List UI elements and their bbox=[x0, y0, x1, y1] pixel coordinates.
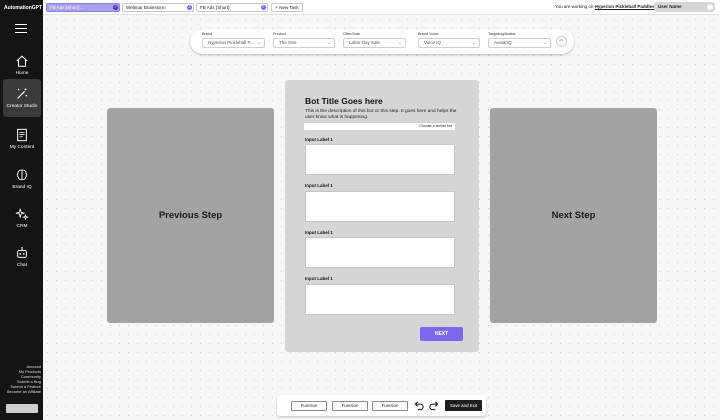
document-icon bbox=[17, 128, 27, 142]
sidebar-item-creator-studio[interactable]: Creator Studio bbox=[3, 79, 41, 117]
menu-icon[interactable] bbox=[15, 24, 27, 33]
tab-badge-icon: A bbox=[187, 5, 192, 10]
tab-fb-ads-short-active[interactable]: FB Ads (Short)... × bbox=[46, 3, 120, 12]
top-bar: FB Ads (Short)... × Webinar Brainstorm A… bbox=[43, 0, 720, 15]
sparkle-icon bbox=[15, 208, 29, 221]
product-select[interactable]: The One ⌄ bbox=[273, 38, 335, 48]
bot-title: Bot Title Goes here bbox=[305, 96, 383, 106]
brand-voice-select[interactable]: Voice IQ ⌄ bbox=[418, 38, 480, 48]
input-label: Input Label 1 bbox=[305, 137, 333, 142]
input-field-3[interactable] bbox=[305, 237, 455, 268]
function-button-1[interactable]: Function bbox=[291, 401, 327, 411]
next-step-button[interactable]: Next Step bbox=[490, 108, 657, 323]
tab-close-icon[interactable]: × bbox=[113, 5, 118, 10]
chevron-down-icon: ⌄ bbox=[471, 40, 476, 46]
targeting-select[interactable]: AvatarIQ ⌄ bbox=[488, 38, 551, 48]
function-button-3[interactable]: Function bbox=[372, 401, 408, 411]
link-become-affiliate[interactable]: Become an Affiliate bbox=[7, 389, 41, 394]
app-logo: AutomationGPT bbox=[4, 5, 43, 11]
tab-webinar-brainstorm[interactable]: Webinar Brainstorm A bbox=[122, 3, 194, 12]
next-button[interactable]: NEXT bbox=[420, 327, 463, 341]
filter-product: Product The One ⌄ bbox=[273, 32, 335, 48]
filter-bar: Brand Hyperion Pickleball P... ⌄ Product … bbox=[190, 29, 574, 54]
bot-description: This is the description of this bot or t… bbox=[305, 109, 457, 120]
bottom-toolbar: Function Function Function Save and Exit bbox=[277, 395, 486, 416]
home-icon bbox=[16, 55, 28, 67]
undo-icon[interactable] bbox=[414, 400, 425, 411]
robot-icon bbox=[17, 246, 27, 258]
sidebar-bottom-button[interactable] bbox=[6, 404, 38, 413]
sidebar-item-crm[interactable]: CRM bbox=[3, 199, 41, 237]
redo-icon[interactable] bbox=[428, 400, 439, 411]
toggle-icon[interactable] bbox=[707, 4, 713, 10]
offer-select[interactable]: Labor Day Sale ⌄ bbox=[343, 38, 406, 48]
sidebar-item-chat[interactable]: Chat bbox=[3, 238, 41, 276]
filter-brand-voice: Brand Voice Voice IQ ⌄ bbox=[418, 32, 480, 48]
input-label: Input Label 1 bbox=[305, 276, 333, 281]
input-field-1[interactable] bbox=[305, 144, 455, 175]
filter-targeting: Targeting/Avatar AvatarIQ ⌄ bbox=[488, 32, 551, 48]
input-field-4[interactable] bbox=[305, 284, 455, 315]
chevron-down-icon: ⌄ bbox=[542, 40, 547, 46]
project-link[interactable]: Hyperion Pickleball Paddles bbox=[595, 4, 655, 9]
input-field-2[interactable] bbox=[305, 191, 455, 222]
chevron-down-icon: ⌄ bbox=[397, 40, 402, 46]
brain-icon bbox=[16, 169, 28, 180]
input-label: Input Label 1 bbox=[305, 230, 333, 235]
brand-select[interactable]: Hyperion Pickleball P... ⌄ bbox=[202, 38, 265, 48]
sidebar: AutomationGPT Home Creator Studio My Con… bbox=[0, 0, 43, 420]
arrow-right-icon[interactable]: ⇨ bbox=[556, 36, 567, 47]
filter-brand: Brand Hyperion Pickleball P... ⌄ bbox=[202, 32, 265, 48]
new-task-button[interactable]: + New Task bbox=[271, 3, 303, 12]
function-button-2[interactable]: Function bbox=[332, 401, 368, 411]
working-on-label: You are working on Hyperion Pickleball P… bbox=[555, 4, 655, 9]
similar-bot-select[interactable]: Choose a similar bot bbox=[304, 123, 455, 130]
chevron-down-icon: ⌄ bbox=[256, 40, 261, 46]
sidebar-links: Account My Products Community Submit a B… bbox=[7, 364, 41, 394]
tab-fb-ads-short[interactable]: FB Ads (Short) F bbox=[196, 3, 268, 12]
previous-step-button[interactable]: Previous Step bbox=[107, 108, 274, 323]
sidebar-item-my-content[interactable]: My Content bbox=[3, 120, 41, 158]
magic-wand-icon bbox=[17, 88, 28, 99]
filter-offer: Offer/Sale Labor Day Sale ⌄ bbox=[343, 32, 406, 48]
user-menu[interactable]: User Name bbox=[654, 2, 715, 12]
sidebar-item-brand-iq[interactable]: Brand IQ bbox=[3, 160, 41, 198]
save-and-exit-button[interactable]: Save and Exit bbox=[445, 400, 482, 411]
bot-card: Bot Title Goes here This is the descript… bbox=[285, 80, 479, 352]
chevron-down-icon: ⌄ bbox=[326, 40, 331, 46]
tab-badge-icon: F bbox=[261, 5, 266, 10]
input-label: Input Label 1 bbox=[305, 183, 333, 188]
